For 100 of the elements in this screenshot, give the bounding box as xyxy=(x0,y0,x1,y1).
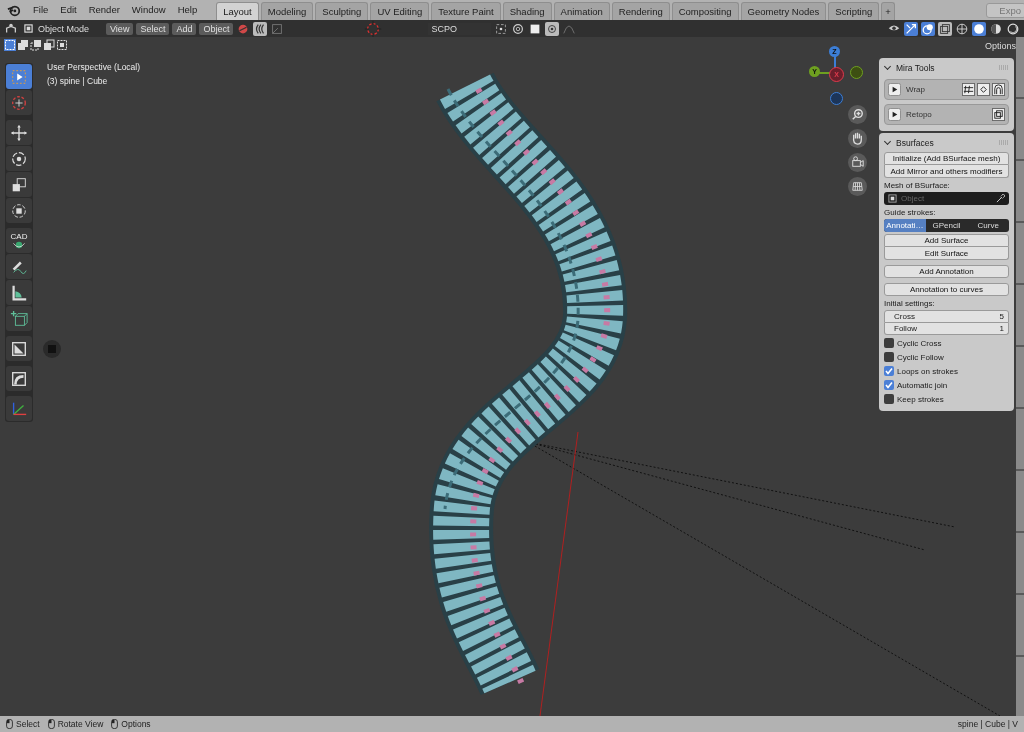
header-menu-button[interactable]: View xyxy=(106,22,134,35)
workspace-tab[interactable]: Geometry Nodes xyxy=(740,2,827,20)
checkbox-label[interactable]: Loops on strokes xyxy=(897,366,958,376)
snap-icon[interactable] xyxy=(253,21,268,36)
diamond-icon[interactable] xyxy=(977,83,990,96)
status-hint: Select xyxy=(16,719,40,729)
panel-button[interactable]: Add Mirror and others modifiers xyxy=(884,165,1009,178)
checkbox-label[interactable]: Cyclic Follow xyxy=(897,352,944,362)
tool-button[interactable] xyxy=(6,172,32,197)
menu-item[interactable]: Window xyxy=(125,4,172,20)
menu-item[interactable]: Render xyxy=(82,4,126,20)
status-hint: Options xyxy=(121,719,151,729)
select-extend-icon[interactable] xyxy=(17,39,29,51)
tool-button[interactable] xyxy=(6,366,32,391)
workspace-tab[interactable]: Scripting xyxy=(828,2,880,20)
proportional-icon[interactable] xyxy=(510,21,525,36)
checkbox[interactable] xyxy=(884,394,894,404)
panel-button[interactable]: Add Surface xyxy=(884,234,1009,247)
editor-type-icon[interactable] xyxy=(4,21,18,36)
segment-option[interactable]: Annotati… xyxy=(884,219,926,232)
options-dropdown[interactable]: Options xyxy=(984,41,1016,51)
arch-icon[interactable] xyxy=(992,83,1005,96)
tool-button[interactable] xyxy=(6,254,32,279)
checkbox[interactable] xyxy=(884,352,894,362)
select-intersect-icon[interactable] xyxy=(56,39,68,51)
rendered-shading-icon[interactable] xyxy=(1006,21,1020,36)
grid-icon[interactable] xyxy=(848,177,867,196)
field-label: Initial settings: xyxy=(884,299,936,308)
field-label: Guide strokes: xyxy=(884,208,937,217)
view-title: User Perspective (Local) xyxy=(47,62,141,72)
xray-icon[interactable] xyxy=(938,21,952,36)
header-menu-button[interactable]: Object xyxy=(199,22,234,35)
checkbox-label[interactable]: Automatic join xyxy=(897,380,948,390)
panel-button[interactable]: Edit Surface xyxy=(884,247,1009,260)
header-menu-button[interactable]: Add xyxy=(172,22,197,35)
negative-z-handle[interactable] xyxy=(830,92,843,105)
panel-button[interactable]: Annotation to curves xyxy=(884,283,1009,296)
negative-y-handle[interactable] xyxy=(850,66,863,79)
crosshair-icon xyxy=(10,93,28,112)
select-invert-icon[interactable] xyxy=(43,39,55,51)
workspace-tab[interactable]: Layout xyxy=(216,2,259,20)
hand-icon[interactable] xyxy=(848,129,867,148)
drag-handle-icon[interactable] xyxy=(999,65,1009,70)
add-tab-button[interactable]: + xyxy=(881,2,895,20)
camera-icon[interactable] xyxy=(848,153,867,172)
menu-item[interactable]: Edit xyxy=(54,4,83,20)
tool-button[interactable] xyxy=(6,120,32,145)
menu-item[interactable]: File xyxy=(27,4,55,20)
play-button[interactable] xyxy=(888,83,901,96)
segment-option[interactable]: Curve xyxy=(967,219,1009,232)
eyedropper-icon[interactable] xyxy=(996,194,1005,203)
tool-button[interactable] xyxy=(6,198,32,223)
panel-button[interactable]: Initialize (Add BSurface mesh) xyxy=(884,152,1009,165)
workspace-tab[interactable]: Rendering xyxy=(611,2,670,20)
scale-icon xyxy=(10,175,28,194)
mode-dropdown[interactable]: Object Mode xyxy=(21,22,104,35)
play-button[interactable] xyxy=(888,108,901,121)
wireframe-icon[interactable] xyxy=(955,21,969,36)
segment-option[interactable]: GPencil xyxy=(925,219,968,232)
workspace-tab[interactable]: Modeling xyxy=(260,2,314,20)
panel-button[interactable]: Add Annotation xyxy=(884,265,1009,278)
workspace-tab[interactable]: Animation xyxy=(553,2,610,20)
grid-icon[interactable] xyxy=(962,83,975,96)
checkbox[interactable] xyxy=(884,366,894,376)
checkbox[interactable] xyxy=(884,338,894,348)
workspace-tab[interactable]: Texture Paint xyxy=(431,2,501,20)
workspace-tab[interactable]: UV Editing xyxy=(370,2,430,20)
checkbox-label[interactable]: Cyclic Cross xyxy=(897,338,942,348)
zoom-icon[interactable] xyxy=(848,105,867,124)
logo-icon[interactable] xyxy=(7,3,21,17)
checkbox-label[interactable]: Keep strokes xyxy=(897,394,944,404)
select-new-icon[interactable] xyxy=(4,39,16,51)
panel-title[interactable]: Bsurfaces xyxy=(896,137,934,148)
tool-button[interactable] xyxy=(6,336,32,361)
object-field[interactable]: Object xyxy=(884,192,1009,205)
workspace-tab[interactable]: Sculpting xyxy=(315,2,369,20)
select-box-icon xyxy=(10,67,28,86)
gizmo-toggle-icon[interactable] xyxy=(904,21,918,36)
mouse-icon xyxy=(47,719,55,729)
layers-icon[interactable] xyxy=(992,108,1005,121)
number-field[interactable]: Cross 5 xyxy=(884,310,1009,323)
material-shading-icon[interactable] xyxy=(989,21,1003,36)
tool-button[interactable] xyxy=(6,280,32,305)
select-subtract-icon[interactable] xyxy=(30,39,42,51)
tool-button[interactable]: CAD xyxy=(6,228,32,253)
pivot-icon[interactable] xyxy=(493,21,508,36)
tool-button[interactable] xyxy=(6,306,32,331)
tool-button[interactable] xyxy=(6,146,32,171)
header-menu-button[interactable]: Select xyxy=(136,22,170,35)
workspace-tab[interactable]: Compositing xyxy=(671,2,739,20)
solid-shading-icon[interactable] xyxy=(972,21,986,36)
panel-title[interactable]: Mira Tools xyxy=(896,62,935,73)
number-field[interactable]: Follow 1 xyxy=(884,323,1009,335)
menu-item[interactable]: Help xyxy=(171,4,204,20)
drag-handle-icon[interactable] xyxy=(999,140,1009,145)
overlays-icon[interactable] xyxy=(921,21,935,36)
cursor-icon[interactable] xyxy=(364,19,383,38)
checkbox[interactable] xyxy=(884,380,894,390)
workspace-tab[interactable]: Shading xyxy=(502,2,552,20)
mouse-icon xyxy=(6,719,13,729)
